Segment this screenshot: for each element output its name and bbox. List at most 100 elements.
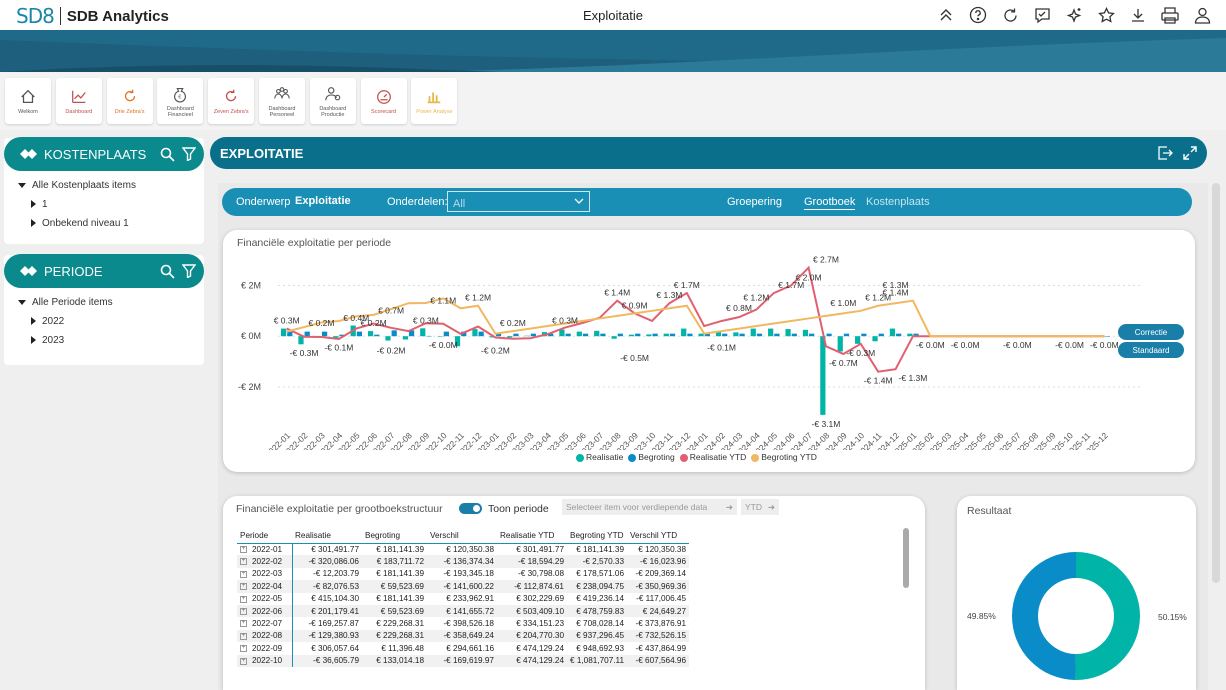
search-icon[interactable]: [160, 264, 175, 279]
tab-kostenplaats[interactable]: Kostenplaats: [866, 196, 930, 208]
table-cell: -€ 350,969.36: [627, 580, 690, 593]
nav-dashboard-productie[interactable]: Dashboard Productie: [309, 78, 356, 124]
realisatie-bar: [733, 332, 739, 337]
expand-row-icon[interactable]: +: [240, 558, 247, 566]
legend-item[interactable]: Begroting: [628, 452, 675, 462]
expand-row-icon[interactable]: +: [240, 645, 247, 653]
onderdelen-dropdown[interactable]: All: [447, 191, 590, 212]
tree-item[interactable]: 2023: [31, 335, 64, 346]
table-cell: € 301,491.77: [516, 544, 564, 554]
download-icon[interactable]: [1128, 5, 1148, 25]
expand-row-icon[interactable]: +: [240, 620, 247, 628]
collapsed-icon[interactable]: [31, 317, 36, 326]
expand-row-icon[interactable]: +: [240, 632, 247, 640]
page-scrollbar[interactable]: [1212, 183, 1220, 583]
drill-select[interactable]: Selecteer item voor verdiepende data ➜: [562, 499, 737, 515]
nav-dashboard-personeel[interactable]: Dashboard Personeel: [259, 78, 305, 124]
expand-row-icon[interactable]: +: [240, 595, 247, 603]
table-row[interactable]: +2022-07 -€ 169,257.87 € 229,268.31 -€ 398,…: [237, 617, 689, 630]
realisatie-bar: [611, 336, 617, 339]
realisatie-bar: [576, 331, 582, 337]
expand-row-icon[interactable]: +: [240, 657, 247, 665]
export-icon[interactable]: [1157, 145, 1173, 161]
correctie-button[interactable]: Correctie: [1118, 324, 1184, 340]
collapsed-icon[interactable]: [31, 200, 36, 209]
user-icon[interactable]: [1192, 5, 1212, 25]
begroting-bar: [756, 333, 763, 337]
tree-item[interactable]: 1: [31, 199, 48, 210]
column-header[interactable]: Begroting YTD: [567, 529, 628, 544]
data-label: € 1.1M: [430, 295, 456, 305]
table-row[interactable]: +2022-06 € 201,179.41 € 59,523.69 € 141,655…: [237, 604, 690, 618]
search-icon[interactable]: [160, 147, 175, 162]
sparkle-icon[interactable]: [1064, 5, 1084, 25]
filter-icon[interactable]: [182, 264, 196, 278]
column-header[interactable]: Realisatie: [292, 529, 362, 544]
nav-welkom[interactable]: Welkom: [5, 78, 51, 124]
tree-item[interactable]: 2022: [31, 316, 64, 327]
nav-scorecard[interactable]: Scorecard: [360, 78, 407, 124]
data-label: € 2.7M: [813, 255, 839, 265]
column-header[interactable]: Periode: [237, 529, 292, 544]
expanded-icon[interactable]: [18, 299, 26, 305]
table-scrollbar[interactable]: [903, 528, 909, 588]
refresh-icon[interactable]: [1000, 5, 1020, 25]
ytd-button[interactable]: YTD ➜: [741, 499, 779, 515]
standaard-button[interactable]: Standaard: [1118, 342, 1184, 358]
expand-row-icon[interactable]: +: [240, 607, 247, 615]
donut-slice-left[interactable]: [1011, 552, 1076, 680]
expand-row-icon[interactable]: +: [240, 546, 247, 554]
print-icon[interactable]: [1160, 5, 1180, 25]
comment-icon[interactable]: [1032, 5, 1052, 25]
column-header[interactable]: Verschil YTD: [627, 529, 690, 544]
table-cell: € 201,179.41: [291, 604, 362, 618]
nav-dashboard[interactable]: Dashboard: [55, 78, 102, 124]
legend-item[interactable]: Realisatie: [576, 452, 623, 462]
help-icon[interactable]: [968, 5, 988, 25]
eraser-icon[interactable]: [18, 147, 38, 161]
table-row[interactable]: +2022-09 € 306,057.64 € 11,396.48 € 294,661…: [237, 642, 689, 655]
nav-power-analyse[interactable]: Power Analyse: [411, 78, 458, 124]
tree-item[interactable]: Onbekend niveau 1: [31, 218, 129, 229]
table-row[interactable]: +2022-08 -€ 129,380.93 € 229,268.31 -€ 358,…: [237, 629, 690, 643]
table-row[interactable]: +2022-01 € 301,491.77 € 181,141.39 € 120,35…: [237, 543, 689, 556]
tree-item[interactable]: Alle Kostenplaats items: [18, 180, 136, 191]
tree-item[interactable]: Alle Periode items: [18, 297, 113, 308]
tab-groepering[interactable]: Groepering: [727, 196, 782, 208]
table-row[interactable]: +2022-04 -€ 82,076.53 € 59,523.69 -€ 141,60…: [237, 580, 690, 593]
realisatie-bar: [628, 334, 635, 337]
column-header[interactable]: Verschil: [427, 529, 497, 544]
nav-dashboard-financieel[interactable]: € Dashboard Financieel: [157, 78, 204, 124]
tab-grootboek[interactable]: Grootboek: [804, 196, 856, 210]
legend-item[interactable]: Begroting YTD: [751, 452, 817, 462]
table-row[interactable]: +2022-10 -€ 36,605.79 € 133,014.18 -€ 169,6…: [237, 654, 690, 667]
eraser-icon[interactable]: [18, 264, 38, 278]
expand-row-icon[interactable]: +: [240, 583, 247, 591]
column-header[interactable]: Begroting: [362, 529, 427, 544]
navigation-bar: Welkom Dashboard Drie Zebra's € Dashboard Fi…: [0, 72, 1226, 130]
onderwerp-value[interactable]: Exploitatie: [295, 195, 351, 207]
nav-drie-zebra-s[interactable]: Drie Zebra's: [106, 78, 153, 124]
column-header[interactable]: Realisatie YTD: [497, 529, 567, 544]
nav-zeven-zebra-s[interactable]: Zeven Zebra's: [208, 78, 255, 124]
collapsed-icon[interactable]: [31, 219, 36, 228]
legend-item[interactable]: Realisatie YTD: [679, 452, 746, 462]
donut-left-label: 49.85%: [967, 611, 996, 621]
filter-icon[interactable]: [182, 147, 196, 161]
collapsed-icon[interactable]: [31, 336, 36, 345]
donut-slice-right[interactable]: [1075, 552, 1140, 680]
chevron-down-icon: [574, 198, 584, 204]
data-label: € 0.2M: [500, 318, 526, 328]
begroting-bar: [722, 333, 728, 337]
expand-icon[interactable]: [1183, 146, 1197, 160]
period-label: 2022-10: [252, 656, 283, 666]
period-label: 2022-07: [252, 619, 283, 629]
table-row[interactable]: +2022-03 -€ 12,203.79 € 181,141.39 -€ 193,3…: [237, 567, 689, 581]
table-row[interactable]: +2022-02 -€ 320,086.06 € 183,711.72 -€ 136,…: [237, 555, 690, 568]
favorite-icon[interactable]: [1096, 5, 1116, 25]
toon-periode-toggle[interactable]: [459, 503, 482, 514]
table-row[interactable]: +2022-05 € 415,104.30 € 181,141.39 € 233,96…: [237, 592, 689, 605]
expanded-icon[interactable]: [18, 182, 26, 188]
expand-row-icon[interactable]: +: [240, 570, 247, 578]
collapse-icon[interactable]: [936, 5, 956, 25]
